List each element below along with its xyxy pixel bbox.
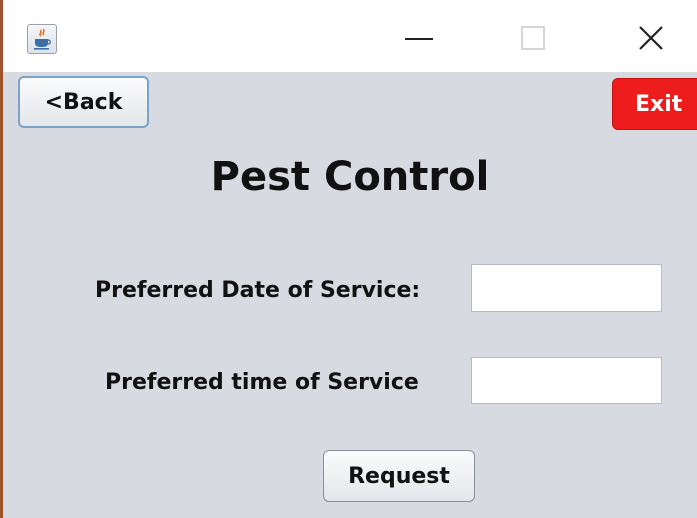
- exit-button[interactable]: Exit: [612, 78, 697, 130]
- page-title: Pest Control: [210, 154, 490, 200]
- time-of-service-input[interactable]: [471, 357, 662, 404]
- request-button[interactable]: Request: [323, 450, 475, 502]
- window-titlebar: [3, 0, 697, 72]
- main-panel: <Back Exit Pest Control Preferred Date o…: [3, 72, 697, 518]
- minimize-icon[interactable]: [405, 38, 433, 40]
- date-of-service-input[interactable]: [471, 264, 662, 312]
- date-of-service-label: Preferred Date of Service:: [95, 278, 421, 303]
- maximize-icon[interactable]: [521, 26, 545, 50]
- time-of-service-label: Preferred time of Service: [105, 370, 419, 395]
- back-button[interactable]: <Back: [18, 76, 149, 128]
- close-icon[interactable]: [635, 22, 667, 54]
- java-cup-icon: [27, 24, 57, 54]
